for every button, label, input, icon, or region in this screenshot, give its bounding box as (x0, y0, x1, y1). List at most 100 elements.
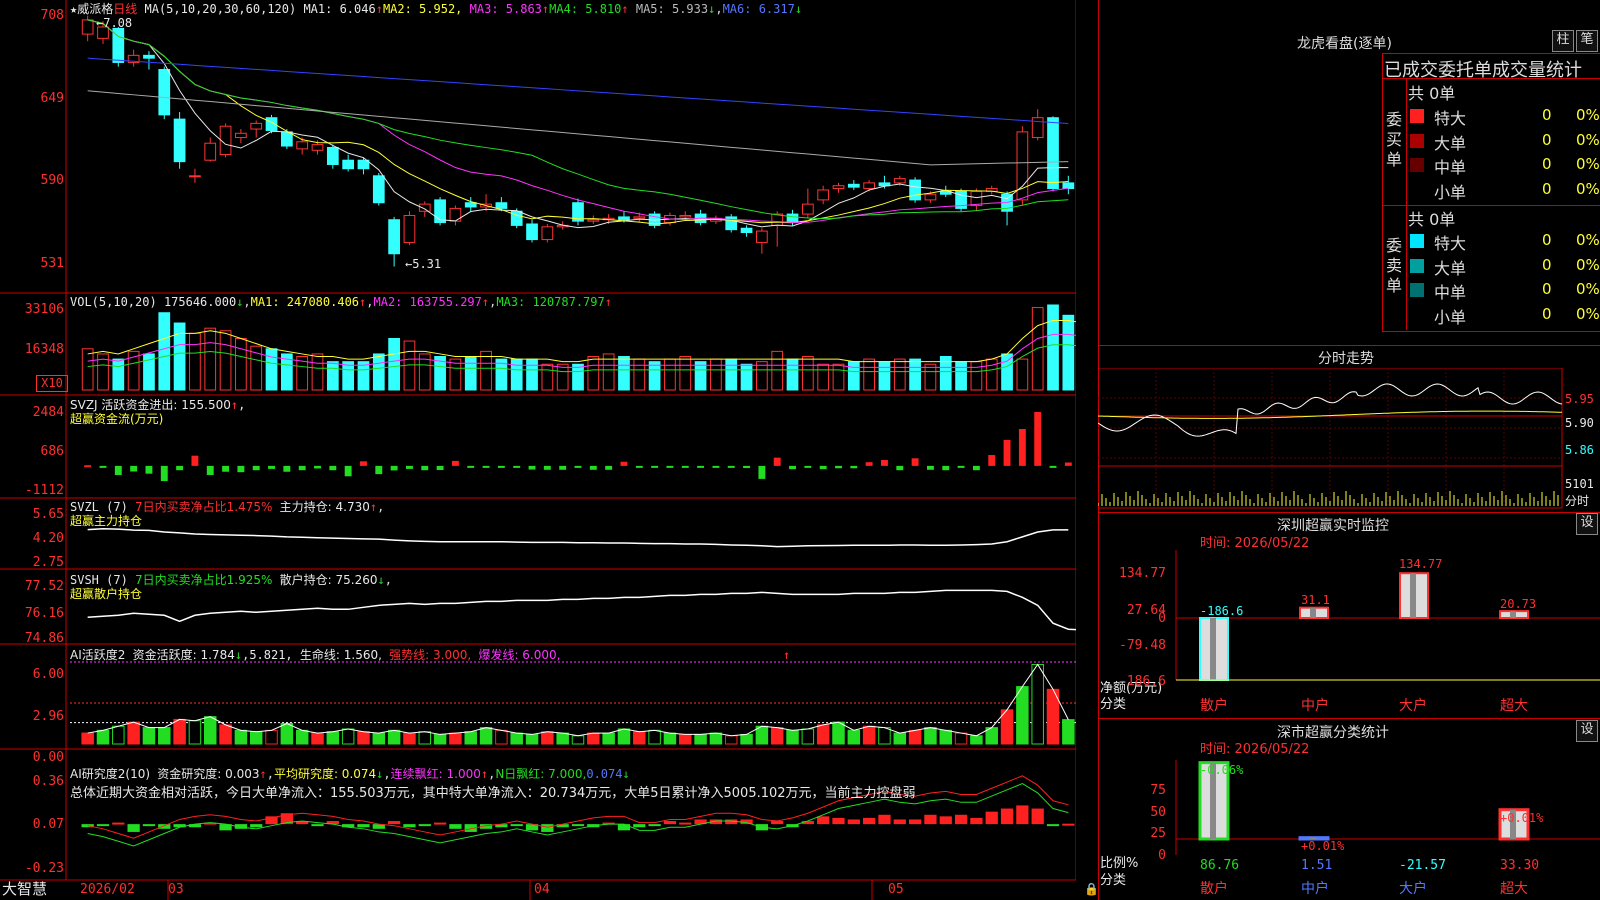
vol-bar (878, 361, 891, 391)
x-label: 05 (888, 882, 904, 897)
monitor-y-tick: 0 (1158, 611, 1166, 626)
monitor-bar-shade (1410, 573, 1416, 618)
main-header: ★威派格日线 MA(5,10,20,30,60,120) MA1: 6.046↑… (70, 2, 803, 16)
monitor-value: 31.1 (1301, 593, 1330, 607)
ai2-bar (863, 817, 876, 825)
classify-value: 1.51 (1301, 858, 1333, 873)
vol-bar (863, 358, 876, 391)
vol-bar (81, 348, 94, 391)
intraday-price: 5.95 (1565, 392, 1594, 406)
candle (372, 175, 385, 204)
ai1-bar (142, 727, 156, 745)
ai1-bar (954, 732, 968, 745)
classify-y-tick: 75 (1150, 783, 1166, 798)
classify-value: 33.30 (1500, 858, 1540, 873)
ma-line (87, 19, 1069, 229)
svzj-bar (329, 465, 337, 471)
ai1-bar (1016, 686, 1029, 745)
ai2-bar (510, 824, 523, 827)
ai1-bar (602, 732, 615, 745)
period-label[interactable]: 日线 (113, 2, 137, 16)
ai1-bar (112, 725, 125, 745)
candle (357, 159, 370, 170)
ai1-bar (724, 735, 738, 745)
y-tick: 590 (40, 173, 64, 188)
y-tick: 708 (40, 8, 64, 23)
vol-bar (357, 361, 370, 391)
ai1-bar (663, 732, 677, 745)
svzl-y-tick: 2.75 (32, 555, 64, 570)
svzj-bar (911, 458, 919, 466)
lhb-row-percent: 0% (1576, 106, 1600, 124)
svzj-bar (543, 465, 551, 470)
vol-bar (326, 361, 339, 391)
bar-mode-button[interactable]: 柱 (1552, 30, 1574, 52)
svzj-bar (467, 465, 475, 468)
svzj-bar (114, 465, 122, 475)
vol-bar (112, 358, 125, 391)
vol-bar (909, 358, 921, 391)
candle (756, 230, 768, 243)
lhb-row-percent: 0% (1576, 304, 1600, 323)
vol-bar (1001, 353, 1013, 391)
lhb-row: 小单 0 0% (1408, 179, 1600, 202)
svzj-bar (635, 465, 643, 468)
ai1-y-tick: 2.96 (32, 709, 64, 724)
candle (189, 175, 201, 178)
vol-bar (342, 361, 355, 391)
candle (909, 179, 921, 201)
classify-settings-button[interactable]: 设 (1576, 720, 1598, 742)
candle (311, 144, 324, 151)
classify-category: 散户 (1200, 881, 1228, 897)
monitor-bar-shade (1310, 607, 1316, 618)
ai1-bar (648, 729, 661, 745)
ai1-bar (571, 735, 585, 745)
monitor-y-tick: -186.6 (1119, 674, 1166, 689)
ai2-bar (817, 816, 830, 825)
legend-swatch (1410, 182, 1424, 197)
svzj-bar (727, 465, 735, 468)
svsh-y-tick: 77.52 (24, 579, 64, 594)
svzj-bar (283, 465, 291, 472)
stock-name[interactable]: 威派格 (77, 2, 113, 16)
vol-bar (817, 363, 830, 391)
candle (235, 132, 247, 139)
intraday-chart (1098, 368, 1563, 509)
ai1-bar (295, 729, 309, 745)
ai1-bar (219, 724, 232, 745)
svzj-bar (773, 457, 781, 466)
vol-bar (219, 330, 232, 391)
ai1-bar (847, 729, 861, 745)
svzj-bar (1049, 465, 1057, 468)
monitor-settings-button[interactable]: 设 (1576, 513, 1598, 535)
vol-bar (541, 363, 554, 391)
ai1-bar (357, 731, 370, 745)
svzj-bar (804, 465, 812, 468)
candle (173, 118, 186, 163)
ai1-bar (556, 732, 569, 745)
vol-bar (924, 363, 937, 391)
ma5-value: MA5: 5.933 (635, 2, 709, 16)
ai1-bar (679, 733, 692, 745)
candle (495, 202, 508, 209)
lhb-row-percent: 0% (1576, 231, 1600, 249)
svzj-bar (620, 461, 628, 466)
tick-mode-button[interactable]: 笔 (1576, 30, 1598, 52)
ai1-bar (510, 732, 523, 745)
vol-bar (464, 356, 477, 391)
legend-swatch (1410, 234, 1424, 248)
ai1-bar (1031, 663, 1044, 745)
lhb-row-name: 中单 (1434, 283, 1467, 302)
lhb-row-count: 0 (1542, 106, 1552, 124)
ai1-bar (939, 729, 952, 745)
candle (541, 226, 554, 241)
vol-unit-button[interactable]: X10 (36, 375, 68, 392)
svzj-header: SVZJ 活跃资金进出: 155.500↑, (70, 398, 246, 412)
candle (847, 183, 860, 188)
candle (449, 207, 462, 222)
vol-bar (694, 361, 707, 391)
svzj-bar (268, 465, 275, 469)
svzj-bar (926, 465, 934, 470)
lhb-row: 大单 0 0% (1408, 255, 1600, 278)
legend-swatch (1410, 158, 1424, 172)
